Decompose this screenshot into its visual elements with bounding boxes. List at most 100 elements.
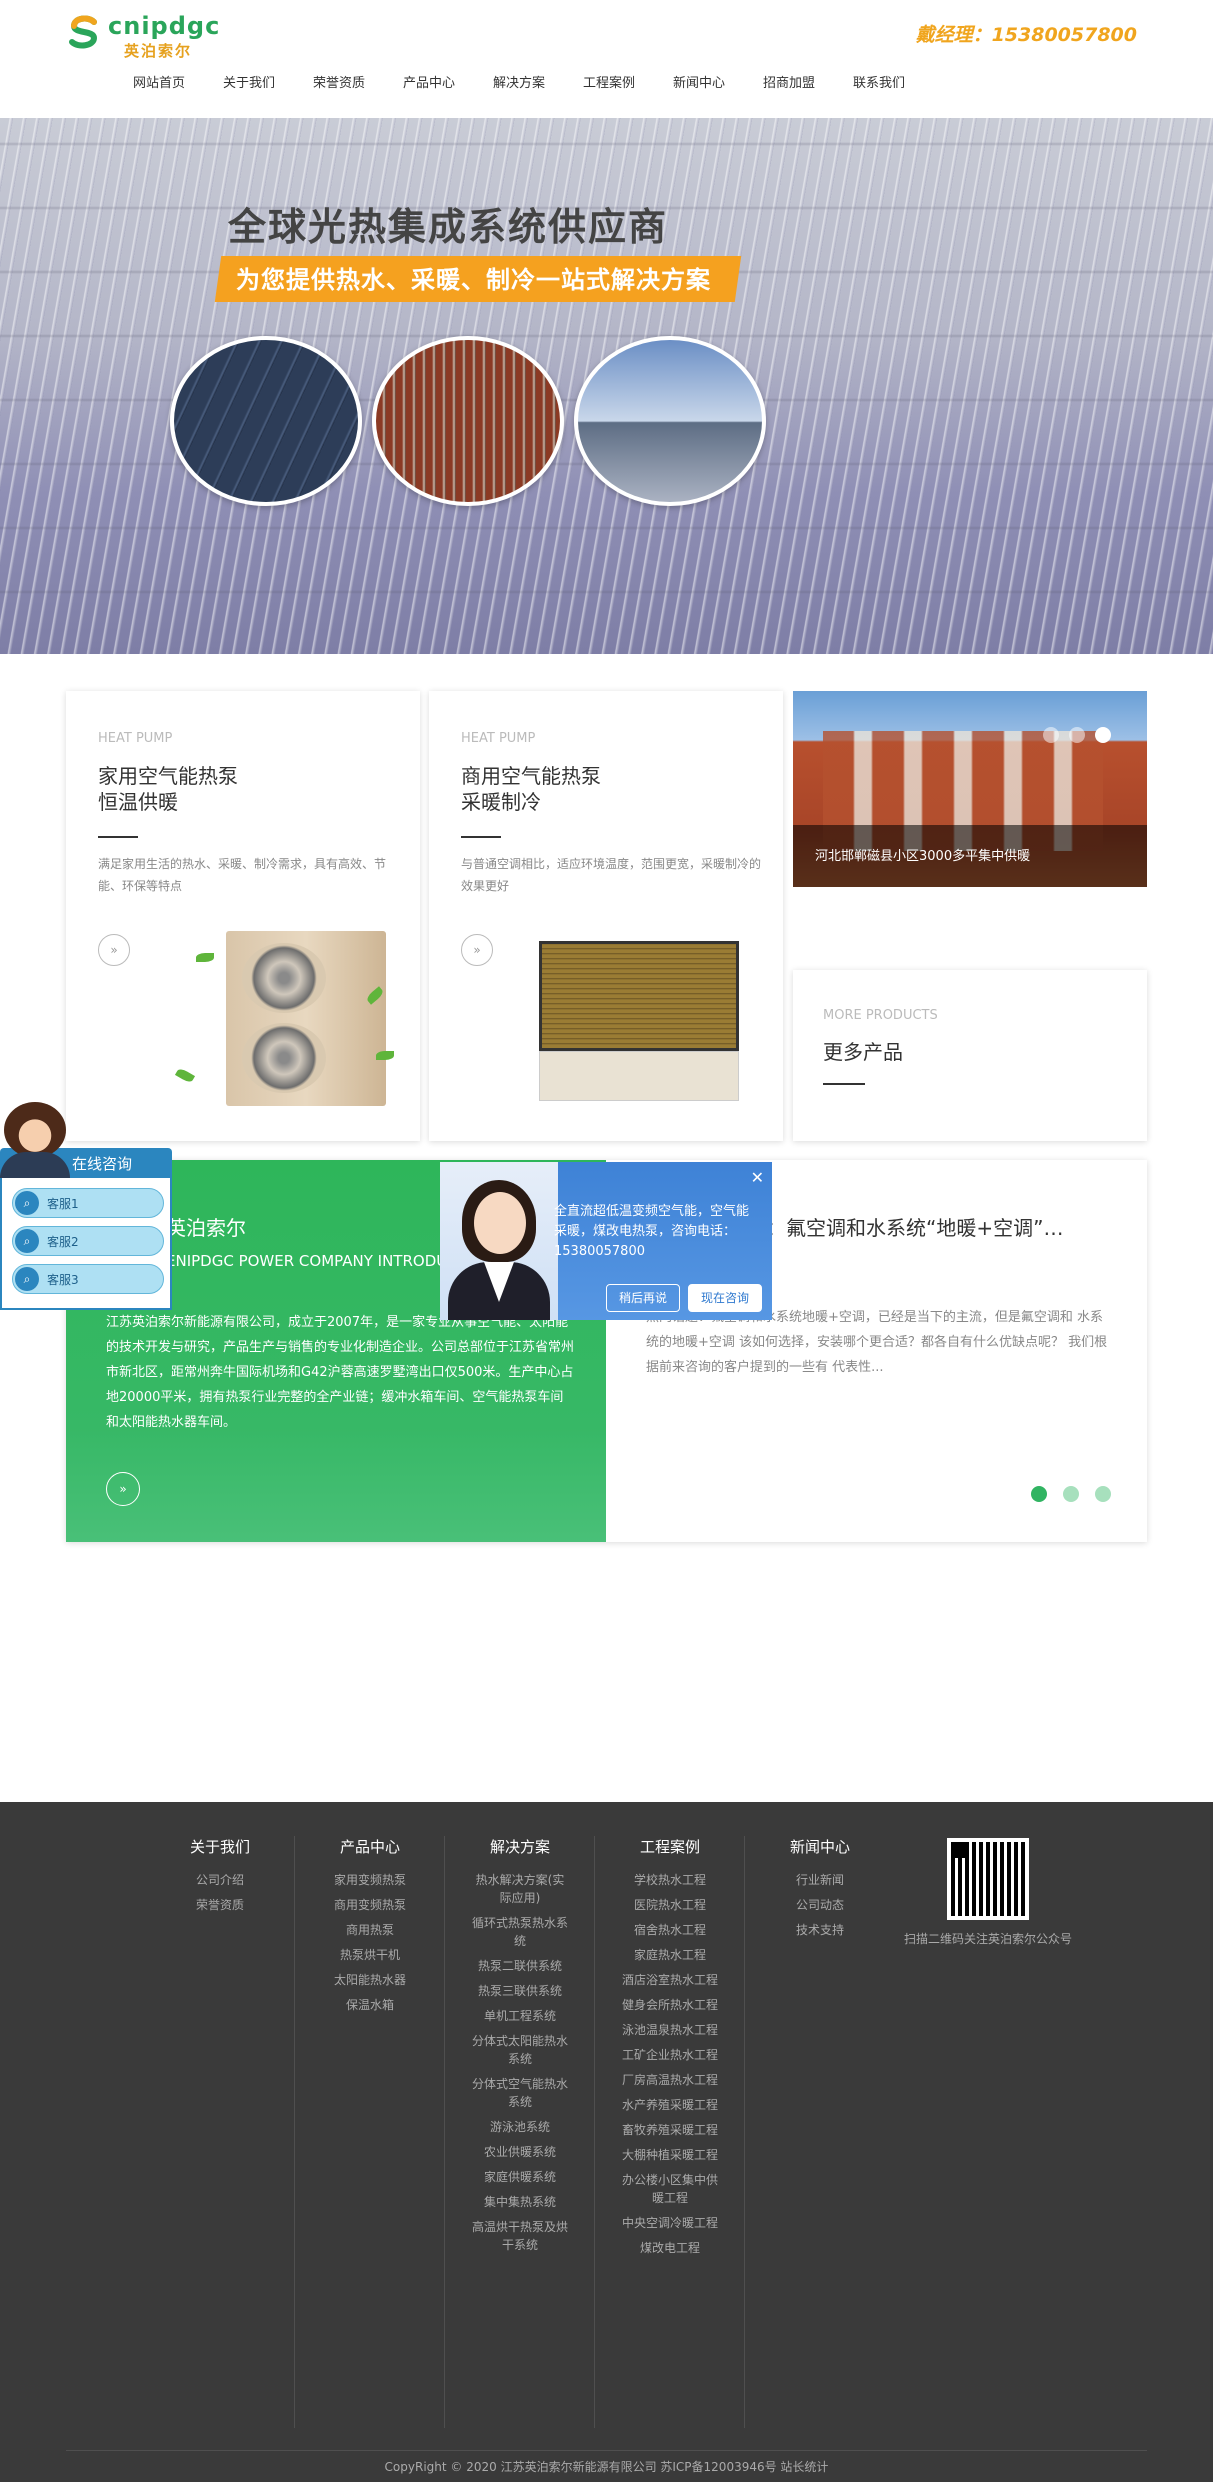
footer-link[interactable]: 荣誉资质 — [146, 1896, 294, 1914]
footer-link[interactable]: 公司动态 — [746, 1896, 894, 1914]
footer-link[interactable]: 健身会所热水工程 — [596, 1996, 744, 2014]
product-card-home-heat-pump[interactable]: HEAT PUMP 家用空气能热泵 恒温供暖 满足家用生活的热水、采暖、制冷需求… — [66, 691, 420, 1141]
main-nav: 网站首页 关于我们 荣誉资质 产品中心 解决方案 工程案例 新闻中心 招商加盟 … — [114, 70, 924, 98]
card-more-arrow-icon[interactable]: » — [461, 934, 493, 966]
nav-item-home[interactable]: 网站首页 — [114, 70, 204, 98]
card-more-arrow-icon[interactable]: » — [98, 934, 130, 966]
footer-link[interactable]: 畜牧养殖采暖工程 — [596, 2121, 744, 2139]
footer-column-title: 关于我们 — [189, 1838, 250, 1856]
commercial-heat-pump-image — [539, 941, 739, 1101]
product-card-commercial-heat-pump[interactable]: HEAT PUMP 商用空气能热泵 采暖制冷 与普通空调相比，适应环境温度，范围… — [429, 691, 783, 1141]
nav-item-cases[interactable]: 工程案例 — [564, 70, 654, 98]
footer-column-title: 工程案例 — [639, 1838, 700, 1856]
footer-link[interactable]: 集中集热系统 — [446, 2193, 594, 2211]
more-en-label: MORE PRODUCTS — [823, 1008, 938, 1023]
footer-link[interactable]: 中央空调冷暖工程 — [596, 2214, 744, 2232]
footer-link[interactable]: 农业供暖系统 — [446, 2143, 594, 2161]
footer-link[interactable]: 家庭热水工程 — [596, 1946, 744, 1964]
card-desc: 与普通空调相比，适应环境温度，范围更宽，采暖制冷的效果更好 — [461, 857, 762, 893]
card-title-line2: 恒温供暖 — [98, 790, 178, 814]
footer-column-title: 新闻中心 — [789, 1838, 850, 1856]
footer-link[interactable]: 学校热水工程 — [596, 1871, 744, 1889]
footer-link[interactable]: 热泵烘干机 — [296, 1946, 444, 1964]
card-divider — [98, 836, 138, 838]
footer-link[interactable]: 宿舍热水工程 — [596, 1921, 744, 1939]
news-dot[interactable] — [1063, 1486, 1079, 1502]
close-icon[interactable]: ✕ — [751, 1168, 764, 1187]
hero-banner: 全球光热集成系统供应商 为您提供热水、采暖、制冷一站式解决方案 — [0, 118, 1213, 654]
footer-link[interactable]: 大棚种植采暖工程 — [596, 2146, 744, 2164]
more-divider — [823, 1083, 865, 1085]
footer-link[interactable]: 高温烘干热泵及烘干系统 — [446, 2218, 594, 2254]
copyright: CopyRight © 2020 江苏英泊索尔新能源有限公司 苏ICP备1200… — [384, 2460, 829, 2474]
footer-link[interactable]: 办公楼小区集中供暖工程 — [596, 2171, 744, 2207]
footer-column-title: 产品中心 — [339, 1838, 400, 1856]
hotline: 戴经理：15380057800 — [915, 24, 1137, 46]
footer-link[interactable]: 分体式太阳能热水系统 — [446, 2032, 594, 2068]
about-more-arrow-icon[interactable]: » — [106, 1472, 140, 1506]
nav-item-news[interactable]: 新闻中心 — [654, 70, 744, 98]
footer-link[interactable]: 太阳能热水器 — [296, 1971, 444, 1989]
customer-service-photo — [440, 1162, 558, 1320]
logo[interactable]: cnipdgc 英泊索尔 — [66, 12, 219, 60]
nav-item-franchise[interactable]: 招商加盟 — [744, 70, 834, 98]
logo-mark-icon — [69, 15, 98, 49]
footer-link[interactable]: 医院热水工程 — [596, 1896, 744, 1914]
slide-dot[interactable] — [1043, 727, 1059, 743]
about-text: 江苏英泊索尔新能源有限公司，成立于2007年，是一家专业从事空气能、太阳能的技术… — [106, 1315, 575, 1430]
footer-link[interactable]: 商用变频热泵 — [296, 1896, 444, 1914]
slide-caption-bar: 河北邯郸磁县小区3000多平集中供暖 — [793, 825, 1147, 887]
footer-link[interactable]: 保温水箱 — [296, 1996, 444, 2014]
about-title: 英泊索尔 — [166, 1216, 246, 1240]
more-title: 更多产品 — [823, 1040, 903, 1064]
footer-link[interactable]: 热泵三联供系统 — [446, 1982, 594, 2000]
footer-link[interactable]: 泳池温泉热水工程 — [596, 2021, 744, 2039]
footer-link[interactable]: 水产养殖采暖工程 — [596, 2096, 744, 2114]
chat-icon: ⌕ — [15, 1229, 39, 1253]
fan-icon — [242, 1023, 326, 1093]
footer-link[interactable]: 分体式空气能热水系统 — [446, 2075, 594, 2111]
news-dot-active[interactable] — [1031, 1486, 1047, 1502]
footer-link[interactable]: 厂房高温热水工程 — [596, 2071, 744, 2089]
consult-body: ⌕ 客服1 ⌕ 客服2 ⌕ 客服3 — [0, 1178, 172, 1310]
nav-item-about[interactable]: 关于我们 — [204, 70, 294, 98]
service-label: 客服2 — [47, 1235, 79, 1249]
footer-link[interactable]: 家用变频热泵 — [296, 1871, 444, 1889]
footer-link[interactable]: 工矿企业热水工程 — [596, 2046, 744, 2064]
nav-item-solutions[interactable]: 解决方案 — [474, 70, 564, 98]
footer-link[interactable]: 技术支持 — [746, 1921, 894, 1939]
footer-link[interactable]: 行业新闻 — [746, 1871, 894, 1889]
nav-item-contact[interactable]: 联系我们 — [834, 70, 924, 98]
chat-icon: ⌕ — [15, 1267, 39, 1291]
footer-link[interactable]: 热泵二联供系统 — [446, 1957, 594, 1975]
more-products-card[interactable]: MORE PRODUCTS 更多产品 — [793, 970, 1147, 1141]
case-slideshow[interactable]: 河北邯郸磁县小区3000多平集中供暖 — [793, 691, 1147, 887]
slide-dot-active[interactable] — [1095, 727, 1111, 743]
footer-column-title: 解决方案 — [489, 1838, 550, 1856]
nav-item-honors[interactable]: 荣誉资质 — [294, 70, 384, 98]
footer-link[interactable]: 酒店浴室热水工程 — [596, 1971, 744, 1989]
footer-link[interactable]: 商用热泵 — [296, 1921, 444, 1939]
slide-dot[interactable] — [1069, 727, 1085, 743]
footer-link[interactable]: 热水解决方案(实际应用) — [446, 1871, 594, 1907]
footer-link[interactable]: 游泳池系统 — [446, 2118, 594, 2136]
banner-subtitle: 为您提供热水、采暖、制冷一站式解决方案 — [236, 266, 711, 294]
later-button[interactable]: 稍后再说 — [606, 1284, 680, 1312]
nav-item-products[interactable]: 产品中心 — [384, 70, 474, 98]
service-button-2[interactable]: ⌕ 客服2 — [12, 1226, 164, 1256]
news-dot[interactable] — [1095, 1486, 1111, 1502]
card-en-label: HEAT PUMP — [461, 731, 536, 746]
card-en-label: HEAT PUMP — [98, 731, 173, 746]
footer-link[interactable]: 公司介绍 — [146, 1871, 294, 1889]
online-consult-widget: 在线咨询 ⌕ 客服1 ⌕ 客服2 ⌕ 客服3 — [0, 1100, 172, 1310]
footer-link[interactable]: 家庭供暖系统 — [446, 2168, 594, 2186]
consult-title: 在线咨询 — [72, 1155, 133, 1173]
service-button-1[interactable]: ⌕ 客服1 — [12, 1188, 164, 1218]
card-title-line2: 采暖制冷 — [461, 790, 541, 814]
unit-coil — [539, 941, 739, 1051]
service-button-3[interactable]: ⌕ 客服3 — [12, 1264, 164, 1294]
consult-now-button[interactable]: 现在咨询 — [688, 1284, 762, 1312]
footer-link[interactable]: 单机工程系统 — [446, 2007, 594, 2025]
footer-link[interactable]: 循环式热泵热水系统 — [446, 1914, 594, 1950]
footer-link[interactable]: 煤改电工程 — [596, 2239, 744, 2257]
